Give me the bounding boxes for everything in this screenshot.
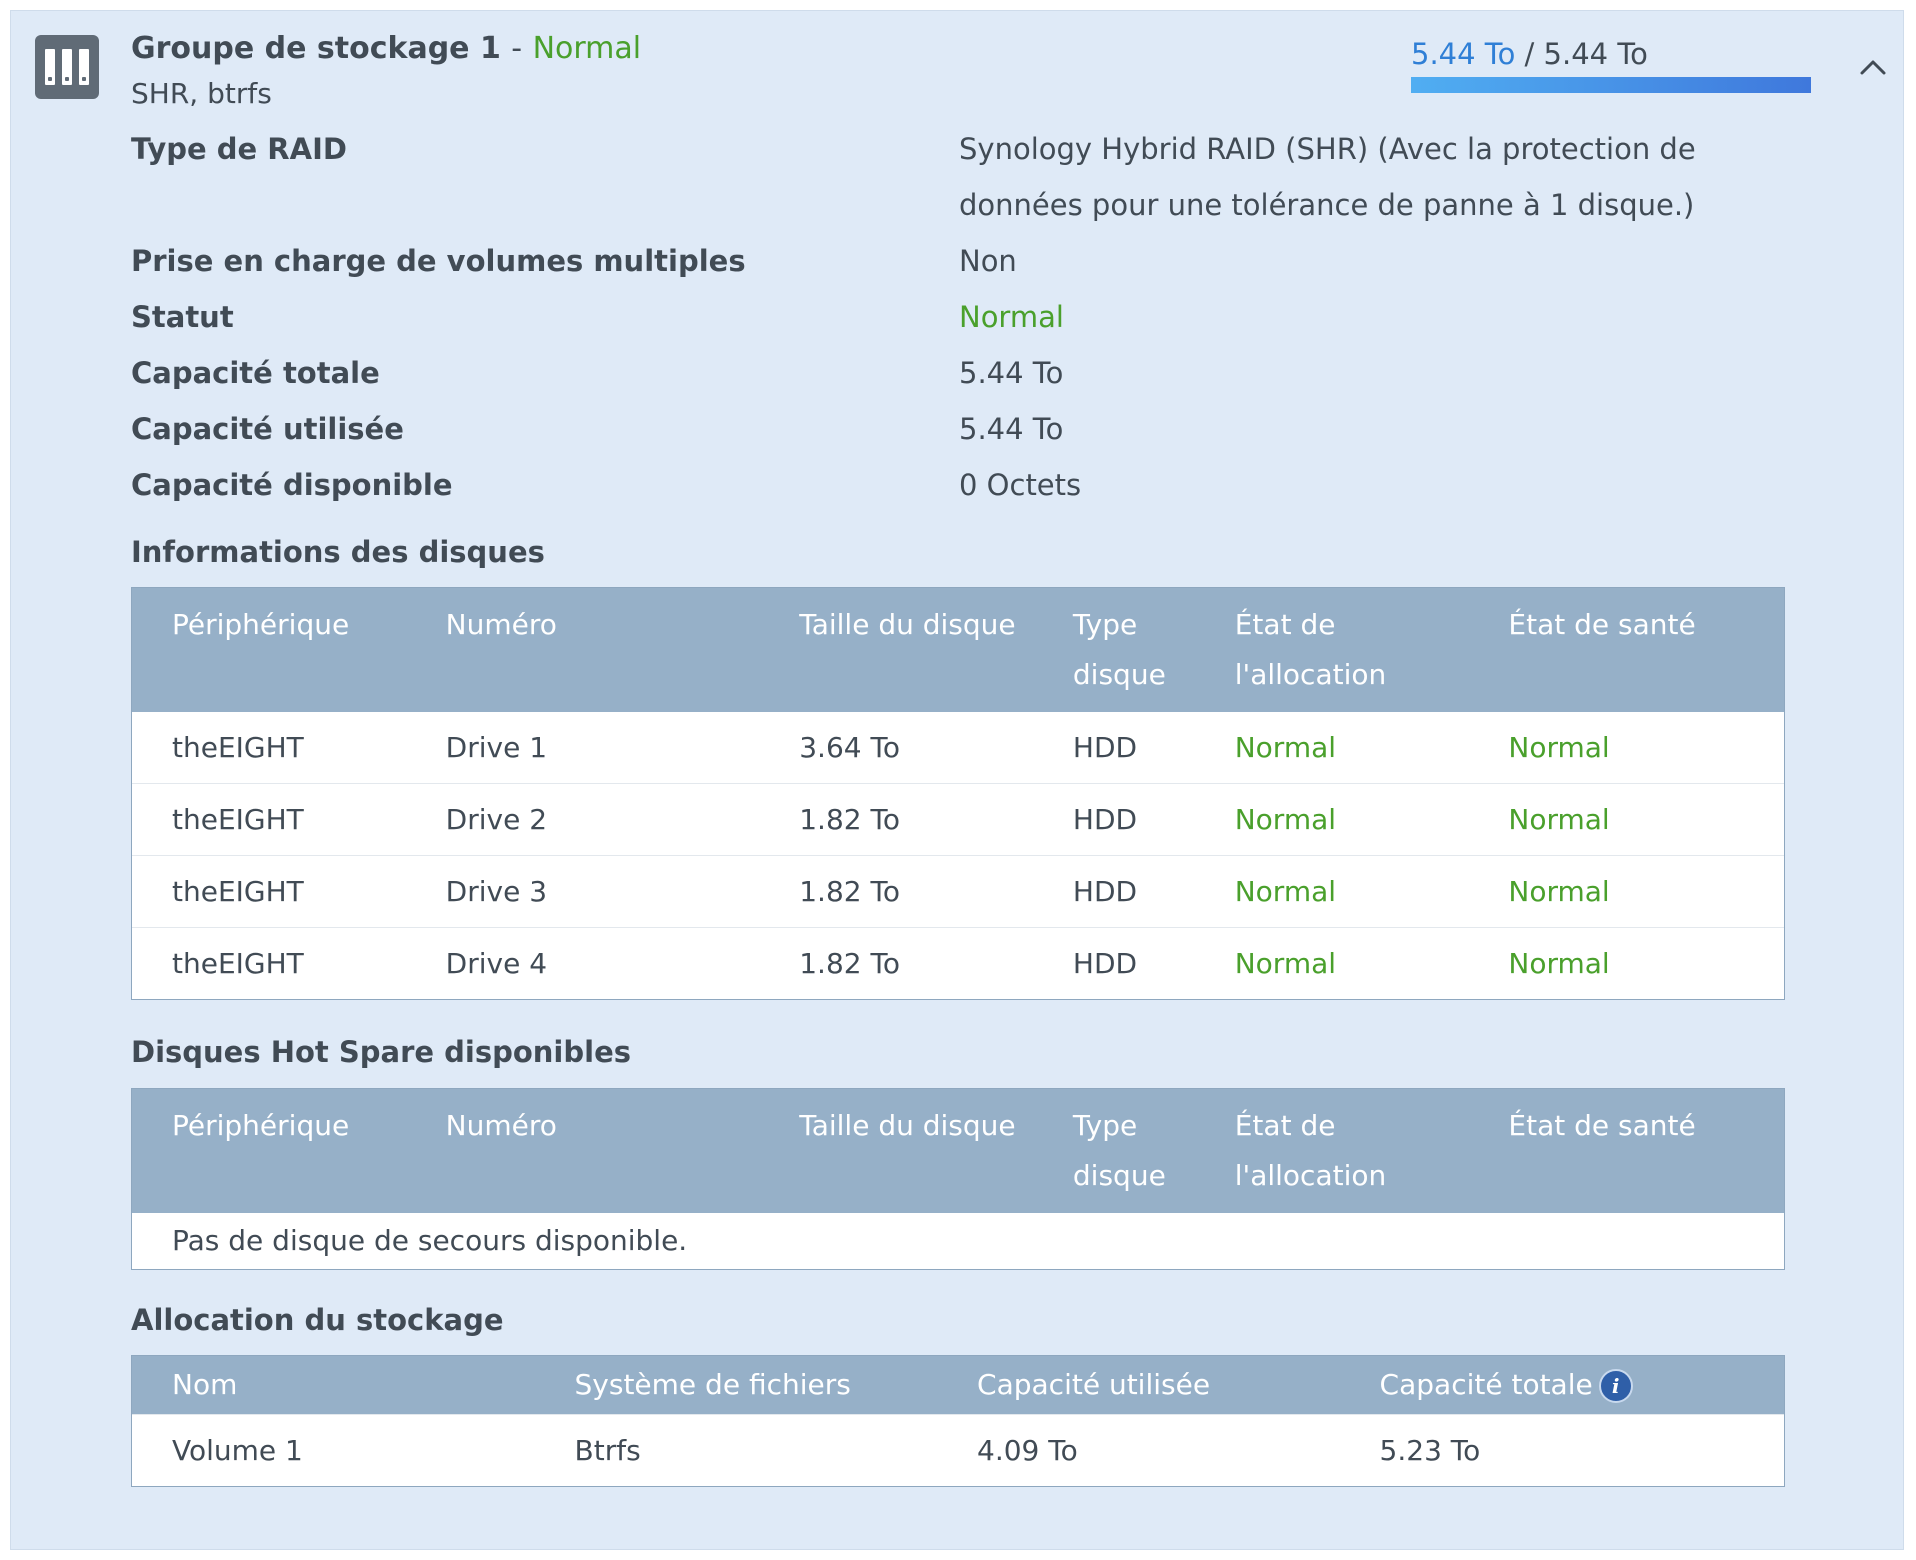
cell-type: HDD	[1072, 731, 1138, 764]
cell-health: Normal	[1508, 875, 1610, 908]
property-multi-volume: Prise en charge de volumes multiples Non	[131, 233, 1831, 289]
column-header[interactable]: Numéro	[406, 588, 760, 712]
allocation-table-header: Nom Système de fichiers Capacité utilisé…	[132, 1356, 1784, 1414]
cell-health: Normal	[1508, 731, 1610, 764]
cell-number: Drive 1	[445, 731, 548, 764]
usage-progress-fill	[1411, 77, 1811, 93]
pool-title: Groupe de stockage 1 - Normal	[131, 31, 641, 66]
cell-name: Volume 1	[172, 1434, 303, 1467]
pool-properties: Type de RAID Synology Hybrid RAID (SHR) …	[131, 121, 1831, 513]
property-raid-type: Type de RAID Synology Hybrid RAID (SHR) …	[131, 121, 1831, 233]
property-label: Capacité utilisée	[131, 412, 404, 446]
usage-progress-bar	[1411, 77, 1811, 93]
property-used-capacity: Capacité utilisée 5.44 To	[131, 401, 1831, 457]
cell-allocation: Normal	[1234, 947, 1337, 980]
hotspare-table: Périphérique Numéro Taille du disque Typ…	[131, 1088, 1785, 1270]
cell-size: 1.82 To	[799, 803, 900, 836]
cell-type: HDD	[1072, 875, 1138, 908]
column-header[interactable]: Périphérique	[132, 588, 406, 712]
column-header[interactable]: Périphérique	[132, 1089, 406, 1213]
cell-device: theEIGHT	[172, 875, 304, 908]
cell-number: Drive 2	[445, 803, 548, 836]
cell-type: HDD	[1072, 947, 1138, 980]
property-value: 5.44 To	[959, 356, 1064, 390]
column-header[interactable]: Numéro	[406, 1089, 760, 1213]
table-row[interactable]: Volume 1 Btrfs 4.09 To 5.23 To	[132, 1414, 1784, 1486]
cell-size: 1.82 To	[799, 947, 900, 980]
empty-message: Pas de disque de secours disponible.	[172, 1224, 688, 1257]
table-row[interactable]: theEIGHT Drive 1 3.64 To HDD Normal Norm…	[132, 712, 1784, 783]
column-header-label: Capacité totale	[1379, 1368, 1593, 1401]
usage-summary: 5.44 To / 5.44 To	[1411, 37, 1648, 71]
column-header[interactable]: Taille du disque	[759, 1089, 1033, 1213]
disks-table-header: Périphérique Numéro Taille du disque Typ…	[132, 588, 1784, 712]
column-header[interactable]: Capacité utilisée	[937, 1356, 1340, 1414]
storage-pool-icon	[35, 35, 99, 99]
property-label: Prise en charge de volumes multiples	[131, 244, 746, 278]
title-separator: -	[511, 31, 523, 66]
cell-total: 5.23 To	[1379, 1434, 1481, 1467]
storage-pool-panel: Groupe de stockage 1 - Normal SHR, btrfs…	[10, 10, 1904, 1550]
cell-device: theEIGHT	[172, 731, 304, 764]
cell-size: 1.82 To	[799, 875, 900, 908]
allocation-section-title: Allocation du stockage	[131, 1303, 504, 1337]
property-status: Statut Normal	[131, 289, 1831, 345]
cell-device: theEIGHT	[172, 803, 304, 836]
info-icon[interactable]: i	[1598, 1369, 1633, 1403]
pool-name: Groupe de stockage 1	[131, 31, 501, 66]
column-header[interactable]: Taille du disque	[759, 588, 1033, 712]
cell-type: HDD	[1072, 803, 1138, 836]
column-header[interactable]: Système de fichiers	[535, 1356, 938, 1414]
disks-section-title: Informations des disques	[131, 535, 545, 569]
disks-table: Périphérique Numéro Taille du disque Typ…	[131, 587, 1785, 1000]
usage-separator: /	[1524, 37, 1535, 71]
column-header[interactable]: Nom	[132, 1356, 535, 1414]
column-header[interactable]: État de santé	[1468, 588, 1784, 712]
cell-used: 4.09 To	[977, 1434, 1078, 1467]
cell-health: Normal	[1508, 947, 1610, 980]
property-label: Type de RAID	[131, 132, 347, 166]
property-label: Capacité totale	[131, 356, 380, 390]
cell-allocation: Normal	[1234, 803, 1337, 836]
cell-filesystem: Btrfs	[574, 1434, 641, 1467]
cell-allocation: Normal	[1234, 731, 1337, 764]
column-header[interactable]: État de l'allocation	[1195, 588, 1469, 712]
property-value: Non	[959, 244, 1017, 278]
column-header[interactable]: État de l'allocation	[1195, 1089, 1469, 1213]
property-label: Statut	[131, 300, 234, 334]
property-available-capacity: Capacité disponible 0 Octets	[131, 457, 1831, 513]
chevron-up-icon[interactable]	[1856, 51, 1890, 85]
table-row[interactable]: theEIGHT Drive 4 1.82 To HDD Normal Norm…	[132, 927, 1784, 999]
cell-device: theEIGHT	[172, 947, 304, 980]
cell-number: Drive 4	[445, 947, 548, 980]
property-label: Capacité disponible	[131, 468, 453, 502]
hotspare-table-header: Périphérique Numéro Taille du disque Typ…	[132, 1089, 1784, 1213]
column-header[interactable]: Type disque	[1033, 1089, 1195, 1213]
table-row[interactable]: theEIGHT Drive 2 1.82 To HDD Normal Norm…	[132, 783, 1784, 855]
property-total-capacity: Capacité totale 5.44 To	[131, 345, 1831, 401]
property-value: Synology Hybrid RAID (SHR) (Avec la prot…	[959, 132, 1696, 222]
property-value: Normal	[959, 300, 1064, 334]
column-header[interactable]: État de santé	[1468, 1089, 1784, 1213]
property-value: 0 Octets	[959, 468, 1082, 502]
usage-used: 5.44 To	[1411, 37, 1516, 71]
allocation-table: Nom Système de fichiers Capacité utilisé…	[131, 1355, 1785, 1487]
column-header-total[interactable]: Capacité totale i	[1340, 1356, 1784, 1414]
cell-allocation: Normal	[1234, 875, 1337, 908]
table-row[interactable]: theEIGHT Drive 3 1.82 To HDD Normal Norm…	[132, 855, 1784, 927]
property-value: 5.44 To	[959, 412, 1064, 446]
pool-subtitle: SHR, btrfs	[131, 77, 272, 110]
column-header[interactable]: Type disque	[1033, 588, 1195, 712]
cell-size: 3.64 To	[799, 731, 900, 764]
usage-total: 5.44 To	[1543, 37, 1648, 71]
hotspare-section-title: Disques Hot Spare disponibles	[131, 1035, 631, 1069]
pool-status: Normal	[532, 31, 642, 66]
cell-health: Normal	[1508, 803, 1610, 836]
disks-table-body: theEIGHT Drive 1 3.64 To HDD Normal Norm…	[132, 712, 1784, 999]
cell-number: Drive 3	[445, 875, 548, 908]
